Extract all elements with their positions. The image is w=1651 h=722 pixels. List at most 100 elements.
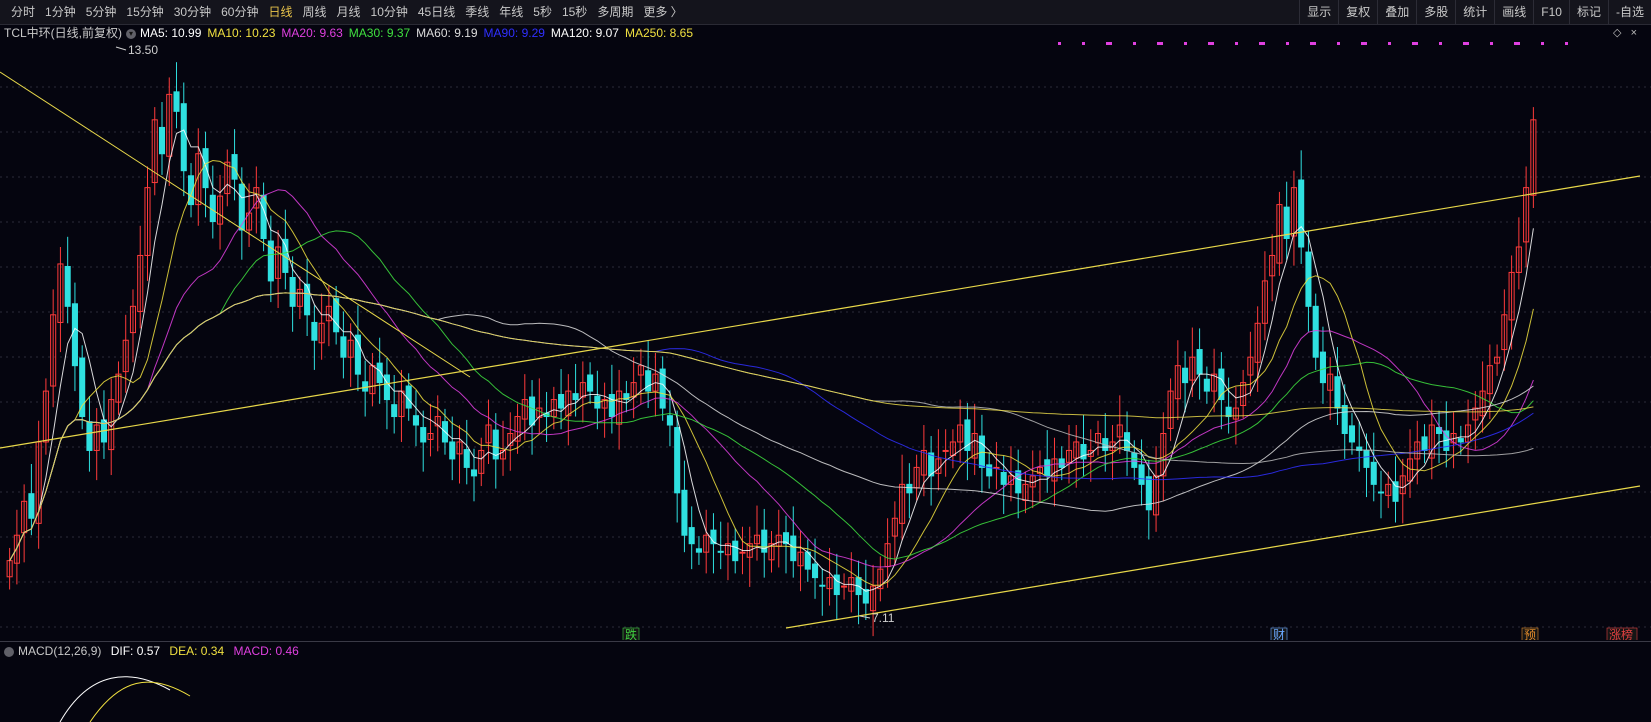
ma-line-250 (9, 292, 1534, 561)
signal-dot (1310, 42, 1313, 45)
signal-dot (1565, 42, 1568, 45)
tool-button-5[interactable]: 画线 (1494, 0, 1533, 24)
ma-line-30 (9, 230, 1534, 561)
candle-body (739, 551, 746, 554)
tab-period-1[interactable]: 1分钟 (40, 0, 81, 24)
signal-dot (1160, 42, 1163, 45)
tab-period-8[interactable]: 月线 (332, 0, 366, 24)
signal-dot (1361, 42, 1364, 45)
candle-body (1196, 349, 1203, 375)
tab-period-16[interactable]: 更多 〉 (638, 0, 687, 24)
signal-dot (1439, 42, 1442, 45)
candle-body (1392, 481, 1399, 502)
ma-line-120 (9, 292, 1534, 561)
tab-period-14[interactable]: 15秒 (557, 0, 592, 24)
candle-body (1319, 351, 1326, 384)
candle-body (449, 441, 456, 460)
tool-button-7[interactable]: 标记 (1568, 0, 1608, 24)
pane-divider[interactable] (0, 641, 1651, 642)
tool-button-6[interactable]: F10 (1533, 0, 1569, 24)
candle-body (340, 336, 347, 358)
candle-body (1298, 179, 1305, 248)
ma-label-7: MA250: 8.65 (624, 26, 694, 40)
candle-body (819, 584, 826, 587)
ma-label-6: MA120: 9.07 (550, 26, 619, 40)
tab-period-13[interactable]: 5秒 (528, 0, 557, 24)
candle-body (202, 148, 209, 189)
candle-body (986, 464, 993, 477)
signal-dot (1337, 42, 1340, 45)
macd-legend: MACD(12,26,9) DIF: 0.57 DEA: 0.34 MACD: … (4, 643, 299, 659)
candle-body (529, 396, 536, 426)
candle-body (1457, 438, 1464, 443)
candle-body (645, 370, 652, 392)
candle-body (1225, 406, 1232, 418)
candle-body (28, 493, 35, 519)
candle-body (674, 427, 681, 494)
ma-legend: TCL中环(日线,前复权) ▾ MA5: 10.99 MA10: 10.23 MA20:… (0, 24, 699, 42)
tab-period-9[interactable]: 10分钟 (366, 0, 413, 24)
tab-period-11[interactable]: 季线 (460, 0, 494, 24)
tab-period-10[interactable]: 45日线 (413, 0, 460, 24)
signal-dot (1490, 42, 1493, 45)
signal-dot (1082, 42, 1085, 45)
candle-body (412, 415, 419, 426)
macd-toggle-icon[interactable] (4, 646, 14, 657)
signal-dot (1106, 42, 1109, 45)
tab-period-15[interactable]: 多周期 (592, 0, 638, 24)
tool-button-1[interactable]: 复权 (1338, 0, 1377, 24)
tool-button-8[interactable]: -自选 (1608, 0, 1651, 24)
event-marker-label-1: 财 (1273, 628, 1285, 640)
candle-body (304, 283, 311, 316)
candle-body (1348, 425, 1356, 443)
legend-toggle-icon[interactable]: ▾ (126, 28, 136, 39)
macd-chart[interactable] (0, 660, 1651, 722)
macd-dif-line (59, 676, 171, 722)
signal-dot (1463, 42, 1466, 45)
signal-dot (1514, 42, 1517, 45)
candle-body (1312, 305, 1319, 358)
candle-body (311, 321, 318, 341)
candle-body (1058, 458, 1065, 468)
signal-dot (1412, 42, 1415, 45)
low-price-label: 7.11 (872, 611, 895, 625)
macd-title: MACD(12,26,9) (18, 644, 102, 658)
tool-button-3[interactable]: 多股 (1416, 0, 1455, 24)
tab-period-0[interactable]: 分时 (6, 0, 40, 24)
tab-period-12[interactable]: 年线 (494, 0, 528, 24)
tab-period-3[interactable]: 15分钟 (121, 0, 168, 24)
close-icon[interactable]: × (1631, 27, 1637, 39)
macd-dea: DEA: 0.34 (169, 644, 225, 658)
tab-period-4[interactable]: 30分钟 (169, 0, 216, 24)
tab-period-6[interactable]: 日线 (263, 0, 297, 24)
low-price-pointer (859, 615, 871, 619)
signal-dot (1133, 42, 1136, 45)
candle-body (420, 427, 427, 443)
price-chart[interactable]: 13.50 7.11 跌 财 预 涨榜 (0, 42, 1651, 640)
candle-body (1145, 476, 1152, 511)
ma-values: MA5: 10.99 MA10: 10.23 MA20: 9.63 MA30: 9.3… (140, 26, 699, 40)
candle-body (238, 183, 245, 231)
candle-body (695, 548, 702, 553)
candle-body (1015, 470, 1022, 494)
top-toolbar: 分时 1分钟 5分钟 15分钟 30分钟 60分钟 日线 周线 月线 10分钟 45日线 季线 年线 5秒… (0, 0, 1651, 25)
candle-body (572, 393, 579, 401)
candle-body (1334, 376, 1341, 409)
candle-body (1000, 471, 1007, 485)
signal-dot (1313, 42, 1316, 45)
diamond-icon[interactable]: ◇ (1613, 27, 1621, 39)
signal-dot (1211, 42, 1214, 45)
tool-button-2[interactable]: 叠加 (1377, 0, 1416, 24)
tab-period-7[interactable]: 周线 (297, 0, 331, 24)
tab-period-5[interactable]: 60分钟 (216, 0, 263, 24)
tool-button-4[interactable]: 统计 (1455, 0, 1494, 24)
candle-body (64, 265, 71, 307)
candle-body (71, 303, 78, 367)
candle-body (1341, 405, 1348, 434)
candle-body (1131, 452, 1138, 468)
period-tabs: 分时 1分钟 5分钟 15分钟 30分钟 60分钟 日线 周线 月线 10分钟 45日线 季线 年线 5秒… (6, 0, 688, 24)
candle-body (1370, 461, 1377, 485)
candle-body (383, 374, 390, 401)
tab-period-2[interactable]: 5分钟 (81, 0, 122, 24)
tool-button-0[interactable]: 显示 (1299, 0, 1338, 24)
